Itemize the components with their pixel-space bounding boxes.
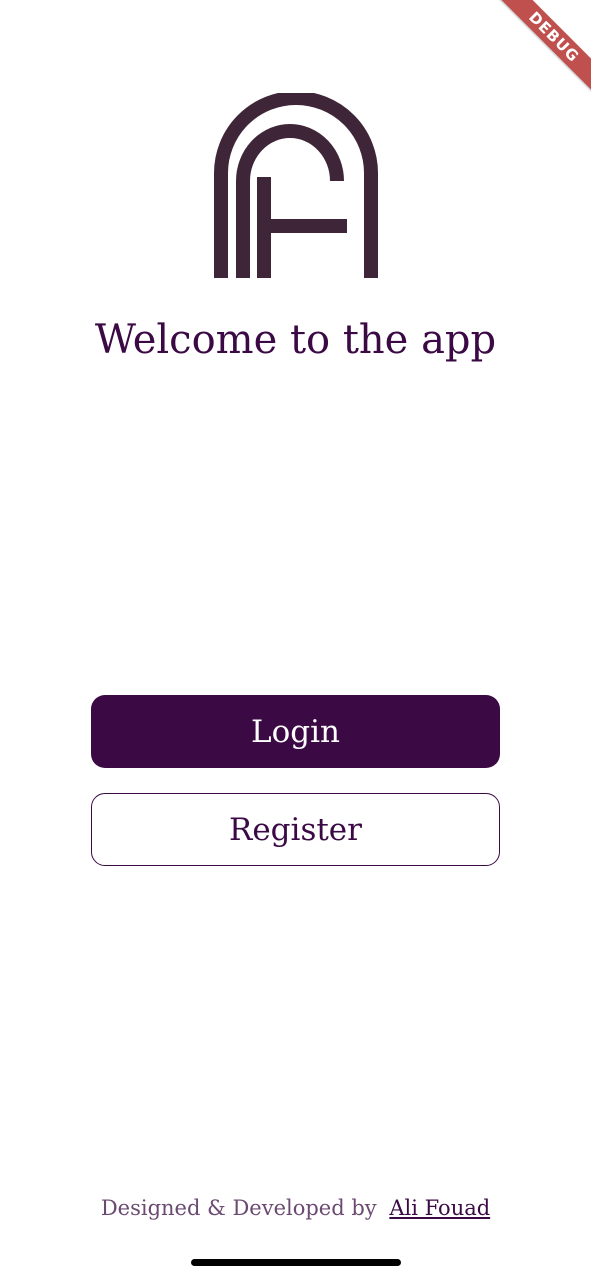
welcome-title: Welcome to the app: [94, 317, 497, 363]
home-indicator[interactable]: [191, 1259, 401, 1266]
af-arch-logo-icon: [214, 91, 378, 279]
debug-banner-label: DEBUG: [525, 8, 583, 66]
author-link[interactable]: Ali Fouad: [389, 1196, 490, 1220]
debug-banner: DEBUG: [481, 0, 591, 110]
register-button[interactable]: Register: [91, 793, 500, 866]
login-button[interactable]: Login: [91, 695, 500, 768]
debug-ribbon: DEBUG: [493, 0, 591, 98]
footer-credit: Designed & Developed by Ali Fouad: [0, 1196, 591, 1220]
footer-credit-prefix: Designed & Developed by: [100, 1196, 377, 1220]
